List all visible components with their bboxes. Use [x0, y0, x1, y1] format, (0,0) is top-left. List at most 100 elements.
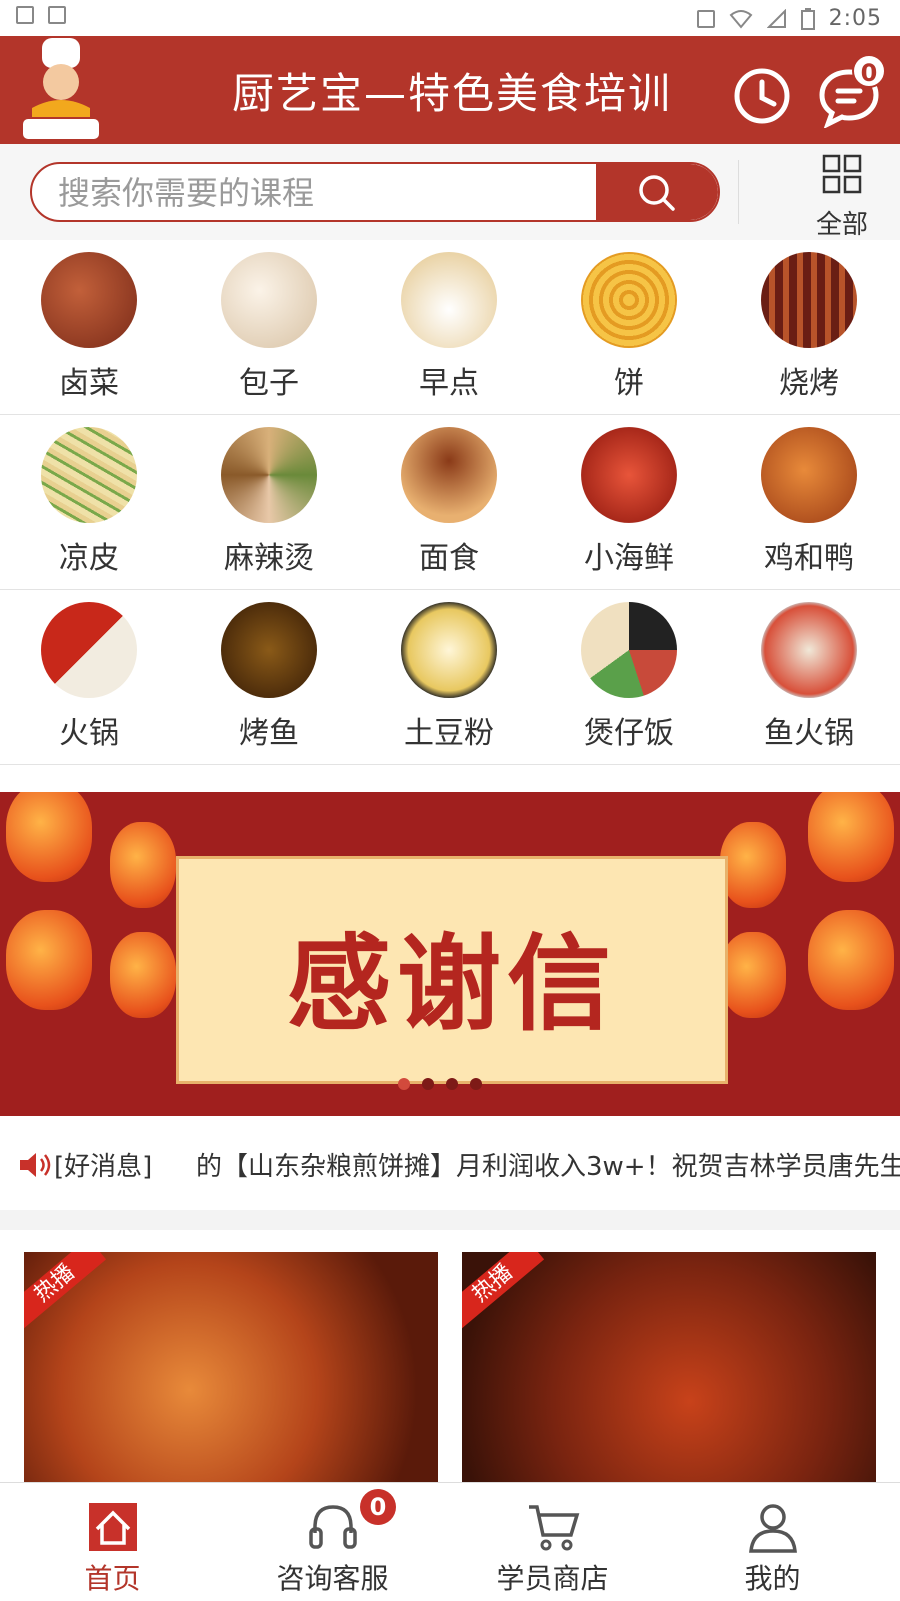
category-image	[761, 602, 857, 698]
category-item[interactable]: 烧烤	[734, 252, 884, 402]
promo-banner[interactable]: 感谢信	[0, 792, 900, 1116]
category-image	[761, 252, 857, 348]
service-badge: 0	[360, 1489, 396, 1525]
lantern-decoration	[808, 910, 894, 1010]
category-item[interactable]: 饼	[554, 252, 704, 402]
section-gap	[0, 1210, 900, 1230]
cart-icon	[525, 1499, 581, 1555]
search-input[interactable]	[56, 164, 620, 220]
category-label: 煲仔饭	[584, 716, 674, 751]
tab-label: 学员商店	[496, 1562, 609, 1595]
course-card[interactable]: 热播	[462, 1252, 876, 1482]
wifi-icon	[729, 9, 753, 29]
signal-icon	[766, 8, 786, 28]
news-ticker[interactable]: [好消息] 的【山东杂粮煎饼摊】月利润收入3w+！祝贺吉林学员唐先生	[0, 1116, 900, 1210]
category-label: 烧烤	[779, 366, 839, 401]
home-icon	[85, 1499, 141, 1555]
tab-customer-service[interactable]: 咨询客服	[220, 1483, 445, 1601]
category-item[interactable]: 早点	[374, 252, 524, 402]
course-card[interactable]: 热播	[24, 1252, 438, 1482]
tab-me[interactable]: 我的	[660, 1483, 885, 1601]
category-label: 早点	[419, 366, 479, 401]
keyboard-notification-icon	[48, 6, 66, 24]
search-bar: 全部	[0, 144, 900, 240]
category-label: 包子	[239, 366, 299, 401]
category-image	[581, 602, 677, 698]
divider	[738, 160, 739, 224]
category-item[interactable]: 鱼火锅	[734, 602, 884, 752]
speaker-icon	[20, 1153, 51, 1177]
category-item[interactable]: 煲仔饭	[554, 602, 704, 752]
category-row: 卤菜 包子 早点 饼 烧烤	[0, 240, 900, 415]
tab-label: 我的	[744, 1562, 801, 1595]
category-label: 小海鲜	[584, 541, 674, 576]
category-item[interactable]: 卤菜	[14, 252, 164, 402]
gallery-notification-icon	[16, 6, 34, 24]
news-tag: [好消息]	[54, 1152, 153, 1182]
lantern-decoration	[6, 792, 92, 882]
category-label: 烤鱼	[239, 716, 299, 751]
category-item[interactable]: 火锅	[14, 602, 164, 752]
lantern-decoration	[6, 910, 92, 1010]
grid-icon	[822, 154, 862, 194]
history-clock-icon[interactable]	[732, 66, 792, 126]
category-image	[41, 602, 137, 698]
category-image	[761, 427, 857, 523]
category-image	[581, 427, 677, 523]
category-label: 鸡和鸭	[764, 541, 854, 576]
category-row: 凉皮 麻辣烫 面食 小海鲜 鸡和鸭	[0, 415, 900, 590]
carousel-dot[interactable]	[446, 1078, 458, 1090]
category-image	[581, 252, 677, 348]
battery-icon	[800, 7, 815, 30]
course-feed: 热播 热播	[0, 1230, 900, 1482]
category-image	[401, 602, 497, 698]
carousel-dot[interactable]	[422, 1078, 434, 1090]
category-label: 麻辣烫	[224, 541, 314, 576]
category-image	[221, 427, 317, 523]
category-image	[41, 252, 137, 348]
news-text: 的【山东杂粮煎饼摊】月利润收入3w+！祝贺吉林学员唐先生	[196, 1152, 900, 1182]
lantern-decoration	[110, 932, 176, 1018]
all-categories-button[interactable]: 全部	[800, 150, 884, 240]
category-image	[41, 427, 137, 523]
category-item[interactable]: 包子	[194, 252, 344, 402]
tab-label: 咨询客服	[276, 1562, 389, 1595]
course-image	[24, 1252, 438, 1482]
lantern-decoration	[808, 792, 894, 882]
category-image	[401, 252, 497, 348]
category-image	[401, 427, 497, 523]
category-item[interactable]: 烤鱼	[194, 602, 344, 752]
category-label: 土豆粉	[404, 716, 494, 751]
headset-icon	[305, 1499, 361, 1555]
category-item[interactable]: 小海鲜	[554, 427, 704, 577]
clock: 2:05	[828, 6, 882, 31]
carousel-dot[interactable]	[470, 1078, 482, 1090]
tab-home[interactable]: 首页	[0, 1483, 225, 1601]
app-header: 厨艺宝—特色美食培训 0	[0, 36, 900, 144]
category-label: 面食	[419, 541, 479, 576]
banner-card: 感谢信	[176, 856, 728, 1084]
carousel-dot[interactable]	[398, 1078, 410, 1090]
category-label: 饼	[614, 366, 644, 401]
search-icon	[639, 175, 675, 211]
bottom-tab-bar: 首页 咨询客服 0 学员商店 我的	[0, 1482, 900, 1601]
banner-title: 感谢信	[286, 922, 617, 1045]
message-count-badge: 0	[852, 54, 886, 88]
category-item[interactable]: 面食	[374, 427, 524, 577]
lantern-decoration	[720, 932, 786, 1018]
chef-logo	[22, 38, 100, 140]
category-image	[221, 252, 317, 348]
carousel-dots	[398, 1078, 482, 1090]
category-item[interactable]: 鸡和鸭	[734, 427, 884, 577]
category-image	[221, 602, 317, 698]
category-item[interactable]: 麻辣烫	[194, 427, 344, 577]
category-item[interactable]: 凉皮	[14, 427, 164, 577]
category-label: 卤菜	[59, 366, 119, 401]
category-label: 凉皮	[59, 541, 119, 576]
tab-label: 首页	[84, 1562, 141, 1595]
user-icon	[745, 1499, 801, 1555]
category-label: 火锅	[59, 716, 119, 751]
category-item[interactable]: 土豆粉	[374, 602, 524, 752]
tab-student-store[interactable]: 学员商店	[440, 1483, 665, 1601]
search-button[interactable]	[596, 164, 718, 220]
